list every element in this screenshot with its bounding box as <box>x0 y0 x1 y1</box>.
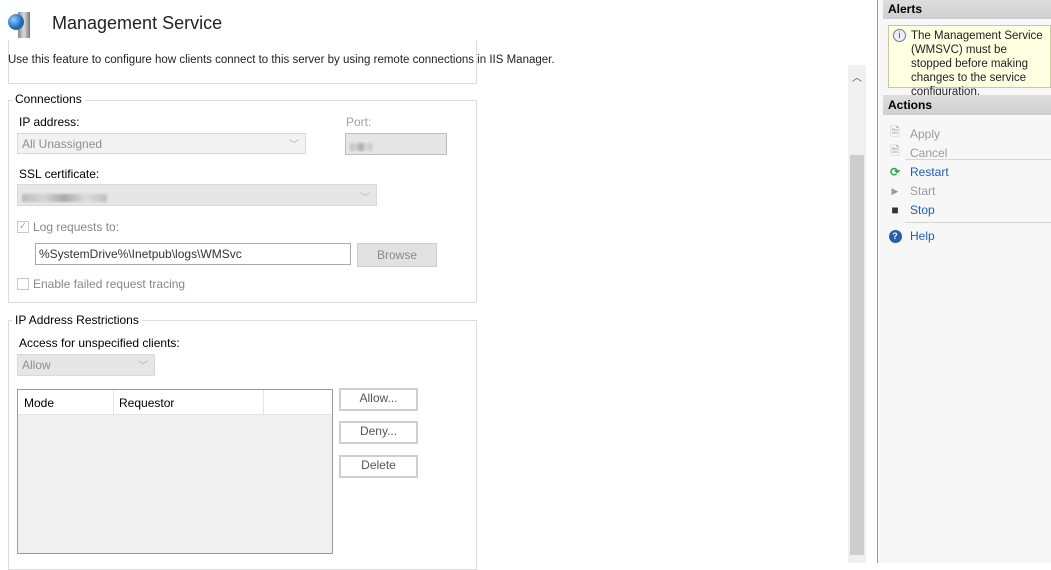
connections-legend: Connections <box>12 92 85 106</box>
column-header-mode[interactable]: Mode <box>24 396 54 410</box>
access-select[interactable]: Allow ﹀ <box>17 354 155 376</box>
log-requests-checkbox[interactable]: ✓ <box>17 221 29 233</box>
info-icon: i <box>893 29 906 42</box>
log-path-input[interactable]: %SystemDrive%\Inetpub\logs\WMSvc <box>35 243 351 265</box>
action-start[interactable]: ▶ Start <box>888 184 936 198</box>
ip-address-select[interactable]: All Unassigned ﹀ <box>17 133 306 154</box>
page-title: Management Service <box>52 13 223 33</box>
apply-icon: 🗎 <box>890 125 900 139</box>
browse-button[interactable]: Browse <box>357 243 437 267</box>
column-header-requestor[interactable]: Requestor <box>119 396 174 410</box>
delete-button[interactable]: Delete <box>339 455 418 478</box>
log-requests-label: Log requests to: <box>33 220 120 234</box>
restart-icon: ⟳ <box>889 165 901 179</box>
globe-server-icon <box>8 10 38 40</box>
alerts-header: Alerts <box>883 0 1051 19</box>
ip-address-label: IP address: <box>19 115 80 129</box>
failed-tracing-label: Enable failed request tracing <box>33 277 186 291</box>
action-apply[interactable]: 🗎 Apply <box>888 123 940 144</box>
action-help[interactable]: ? Help <box>888 228 935 243</box>
ssl-certificate-label: SSL certificate: <box>19 167 100 181</box>
chevron-down-icon: ﹀ <box>289 140 299 151</box>
page-description: Use this feature to configure how client… <box>8 54 555 66</box>
restrictions-table[interactable]: Mode Requestor <box>17 389 333 554</box>
deny-button[interactable]: Deny... <box>339 421 418 444</box>
scroll-thumb[interactable] <box>850 155 864 555</box>
chevron-down-icon: ﹀ <box>138 361 148 372</box>
action-stop[interactable]: ■ Stop <box>888 203 934 217</box>
scroll-up-arrow[interactable]: ︿ <box>848 69 866 84</box>
access-label: Access for unspecified clients: <box>19 336 180 350</box>
port-label: Port: <box>346 115 372 129</box>
cancel-icon: 🗎 <box>890 144 900 158</box>
actions-header: Actions <box>883 95 1051 115</box>
chevron-down-icon: ﹀ <box>360 193 370 204</box>
ssl-certificate-select[interactable]: ﹀ <box>17 184 377 206</box>
action-restart[interactable]: ⟳ Restart <box>888 165 949 179</box>
ip-restrictions-legend: IP Address Restrictions <box>12 313 142 327</box>
alert-box: i The Management Service (WMSVC) must be… <box>888 25 1051 98</box>
port-input[interactable] <box>345 133 447 155</box>
vertical-scrollbar[interactable]: ︿ <box>848 65 866 563</box>
failed-tracing-checkbox[interactable] <box>17 278 29 290</box>
help-icon: ? <box>888 228 902 243</box>
allow-button[interactable]: Allow... <box>339 388 418 411</box>
table-header: Mode Requestor <box>18 390 332 415</box>
start-icon: ▶ <box>891 185 899 196</box>
stop-icon: ■ <box>891 203 899 217</box>
